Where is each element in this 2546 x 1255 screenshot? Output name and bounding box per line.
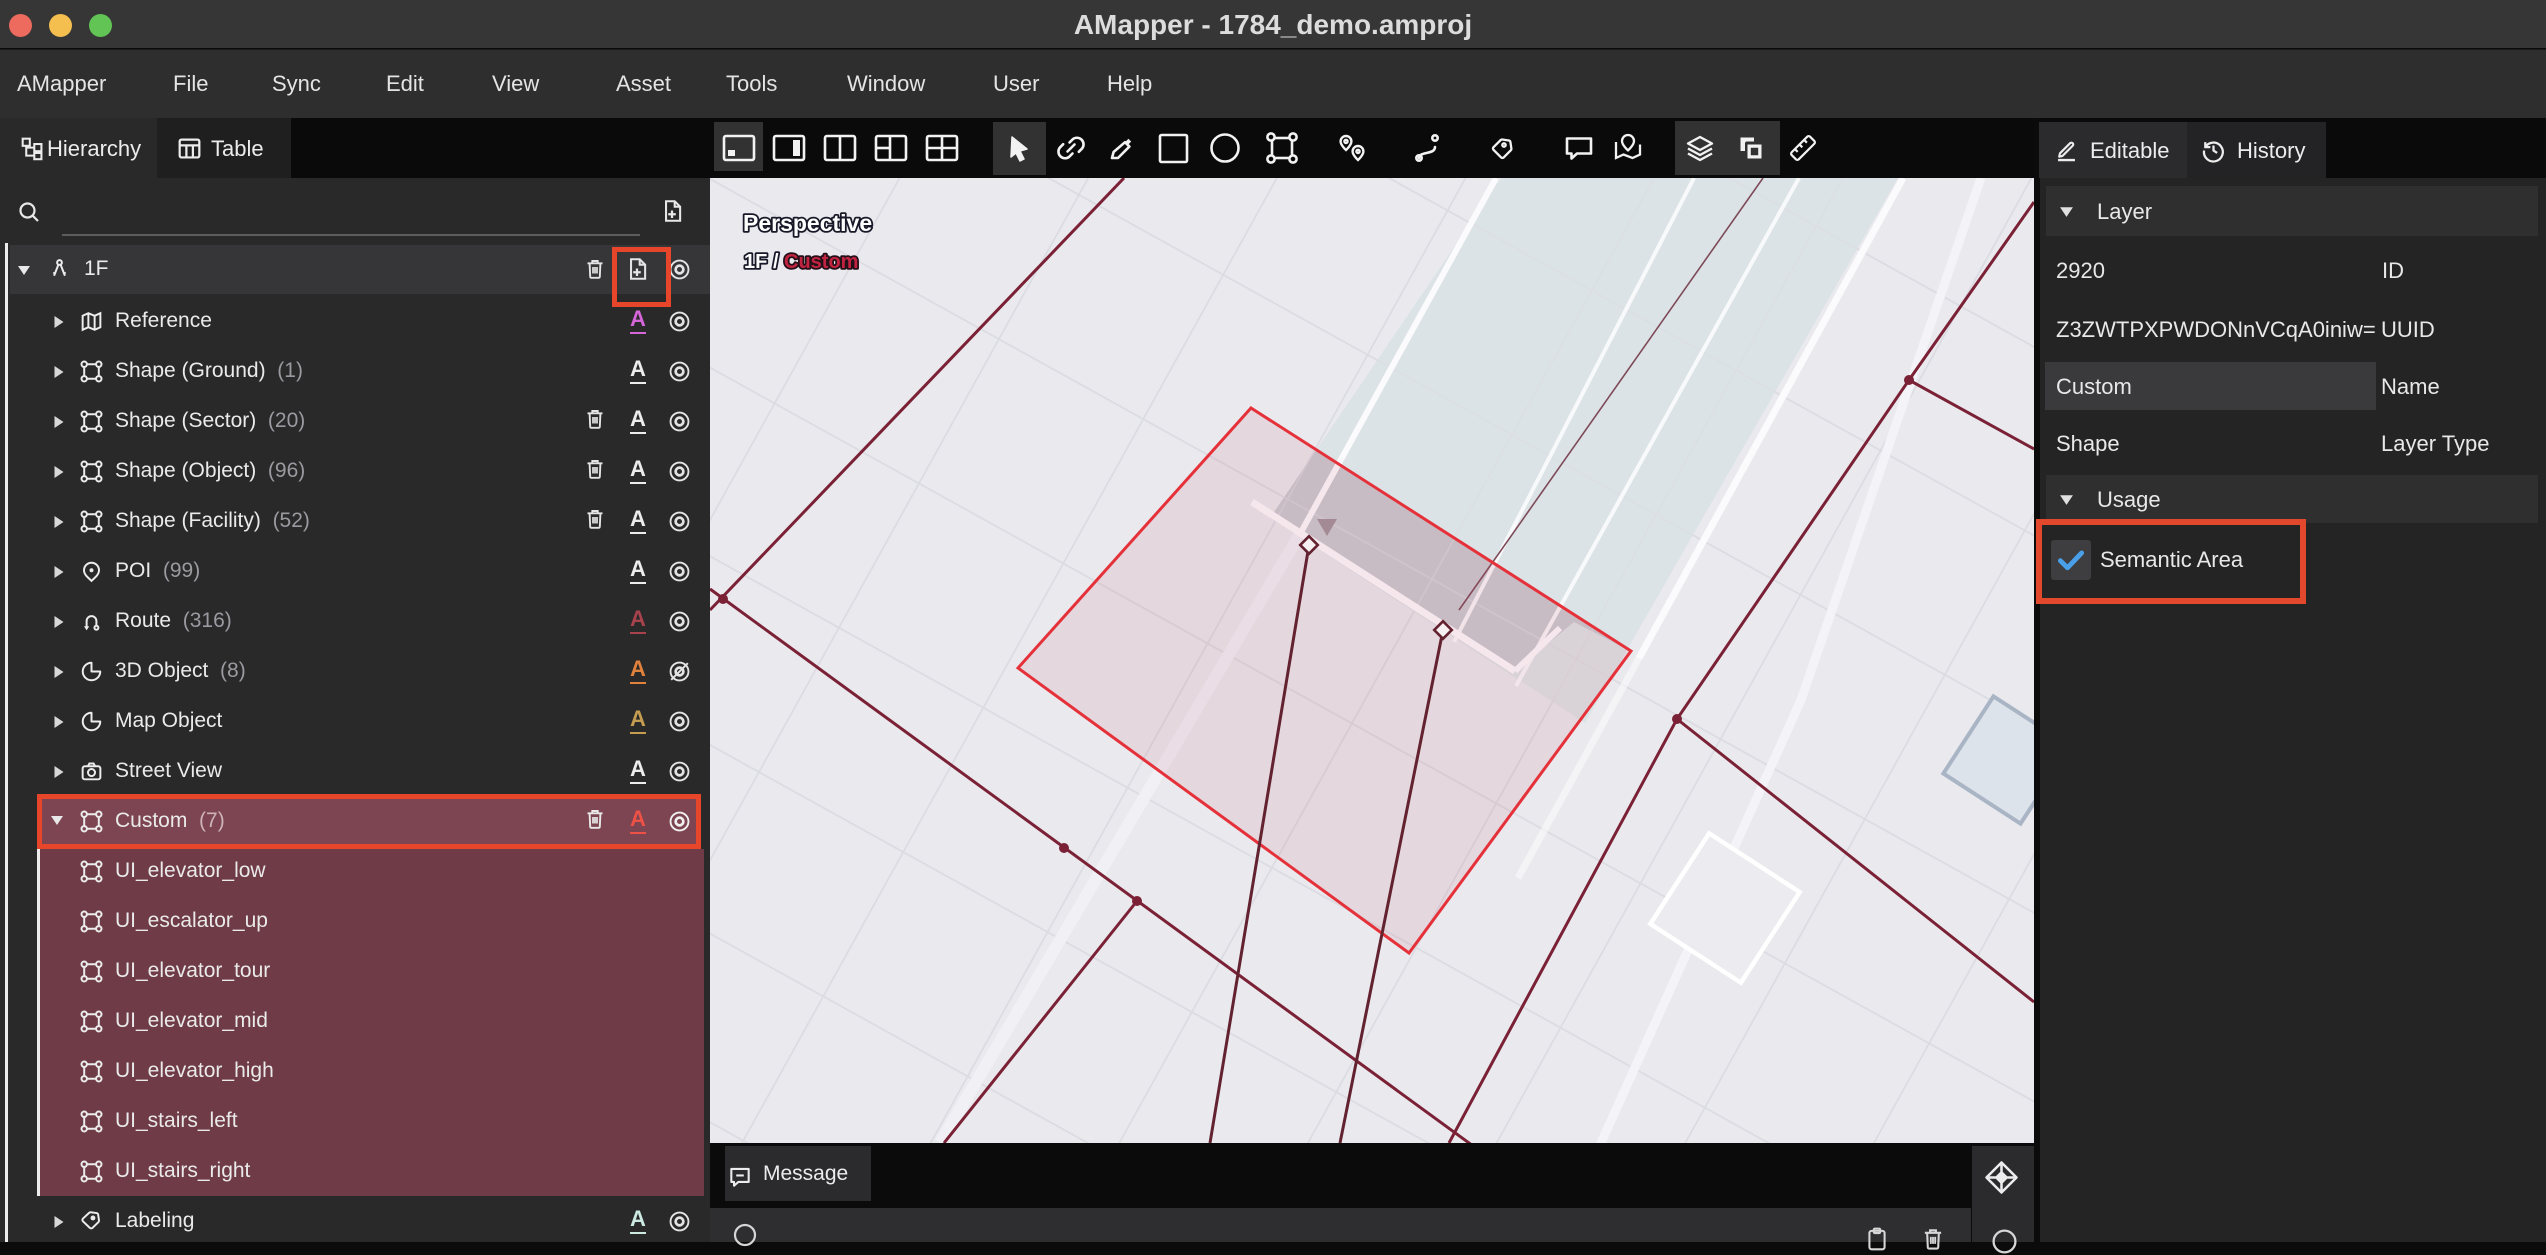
svg-text:1F: 1F <box>744 251 767 273</box>
svg-text:Perspective: Perspective <box>743 210 872 236</box>
svg-text:Custom: Custom <box>784 251 858 273</box>
svg-text:/: / <box>773 251 779 273</box>
